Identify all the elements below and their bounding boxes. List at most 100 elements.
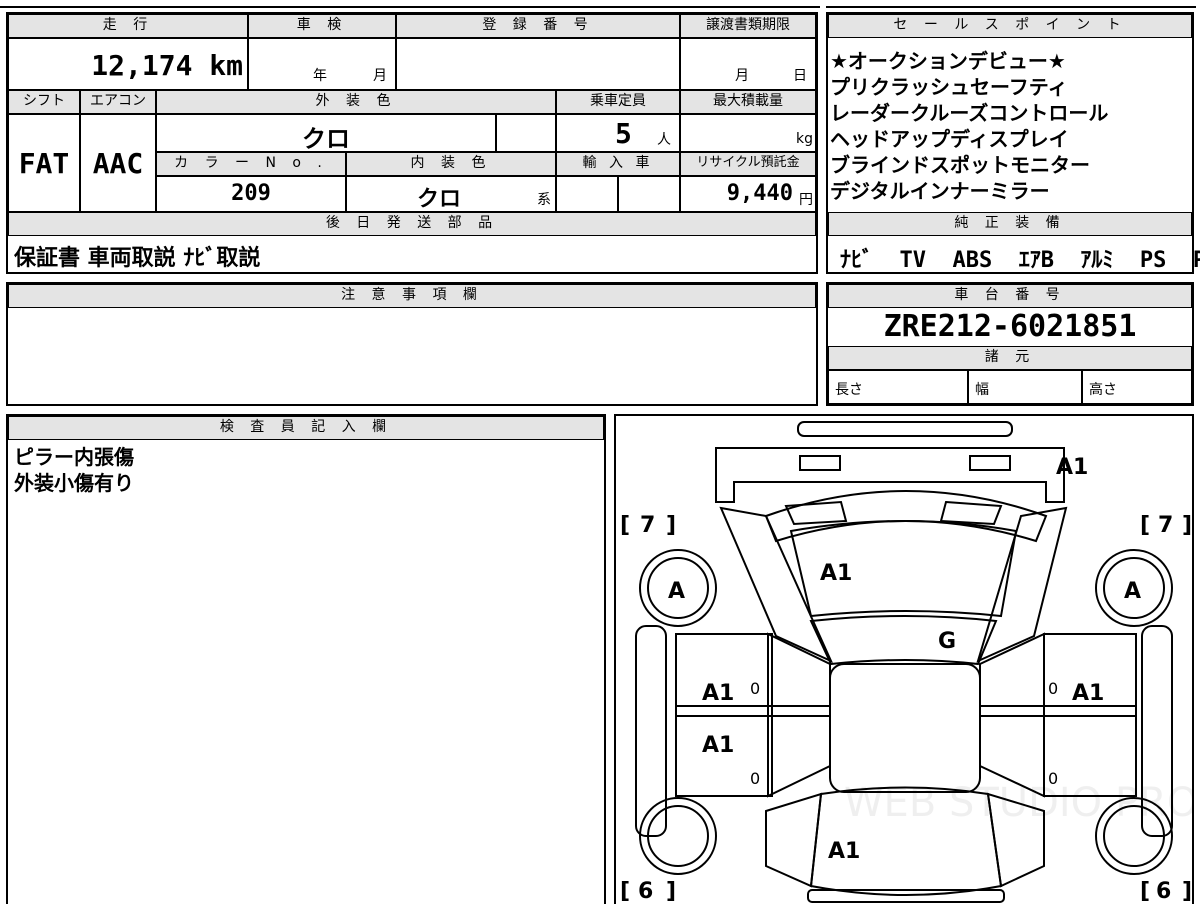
left-front-fender [765, 792, 823, 888]
registration-cell [396, 38, 680, 90]
header-aircon: エアコン [80, 90, 156, 114]
car-diagram-box: A1 A1 G A1 A1 A1 A1 A A [ 7 ] [ 7 ] [ 6 … [614, 414, 1194, 904]
deadline-day-label: 日 [793, 68, 807, 84]
interior-suffix: 系 [537, 192, 551, 208]
mark-tire-front-right: A [1124, 579, 1141, 604]
sales-point-item: ★オークションデビュー★ [830, 49, 1066, 73]
color-no-cell: 209 [156, 176, 346, 212]
bracket-open: [ [1140, 879, 1150, 904]
zero-mark: 0 [750, 769, 760, 788]
import-cell-b [618, 176, 680, 212]
watermark: WEB STUDIO PRO [844, 780, 1192, 826]
interior-color-cell: クロ 系 [346, 176, 556, 212]
rear-light-left [784, 500, 848, 526]
spec-table: 走 行 車 検 登 録 番 号 譲渡書類期限 12,174 km 年 月 月 日… [6, 12, 818, 274]
rear-window-shape [764, 490, 1048, 543]
rear-light-right [939, 500, 1003, 526]
deadline-month-label: 月 [735, 68, 749, 84]
bracket-close: ] [1182, 879, 1192, 904]
interior-color-value: クロ [417, 187, 462, 212]
max-load-cell: kg [680, 114, 816, 152]
header-inspection: 車 検 [248, 14, 396, 38]
header-shift: シフト [8, 90, 80, 114]
exterior-color-cell: クロ [156, 114, 496, 153]
import-cell-a [556, 176, 618, 212]
mark-windshield: G [938, 629, 956, 654]
zero-mark: 0 [750, 679, 760, 698]
header-recycle-fee: リサイクル預託金 [680, 152, 816, 176]
mark-trunk: A1 [828, 839, 860, 864]
tread-bottom-right: 6 [1156, 879, 1171, 904]
header-chassis-no: 車 台 番 号 [828, 284, 1192, 308]
header-later-parts: 後 日 発 送 部 品 [8, 212, 816, 236]
rear-bumper-shape [797, 421, 1013, 437]
header-specs: 諸 元 [828, 346, 1192, 370]
shift-value: FAT [18, 147, 70, 180]
exterior-color-value: クロ [302, 125, 350, 153]
exterior-extra-cell [496, 114, 556, 152]
bracket-open: [ [1140, 513, 1150, 538]
bracket-close: ] [666, 513, 676, 538]
capacity-unit: 人 [657, 132, 671, 148]
spec-width-cell: 幅 [968, 370, 1082, 404]
chassis-no-value: ZRE212-6021851 [883, 309, 1137, 344]
header-inspector-notes: 検 査 員 記 入 欄 [8, 416, 604, 440]
rear-panel-shape [715, 447, 1065, 503]
sales-point-item: ヘッドアップディスプレイ [830, 127, 1069, 151]
mark-hood: A1 [820, 561, 852, 586]
header-mileage: 走 行 [8, 14, 248, 38]
tread-top-right: 7 [1158, 513, 1173, 538]
capacity-value: 5 [615, 117, 632, 150]
header-color-no: カ ラ ー N o . [156, 152, 346, 176]
sales-points-list: ★オークションデビュー★ プリクラッシュセーフティ レーダークルーズコントロール… [830, 48, 1108, 204]
bracket-close: ] [1182, 513, 1192, 538]
shift-cell: FAT [8, 114, 80, 212]
header-genuine-equipment: 純 正 装 備 [828, 212, 1192, 236]
bracket-close: ] [666, 879, 676, 904]
spec-height-cell: 高さ [1082, 370, 1192, 404]
recycle-fee-unit: 円 [799, 192, 813, 208]
sales-point-item: プリクラッシュセーフティ [830, 75, 1068, 99]
windshield-shape [809, 615, 998, 666]
aircon-cell: AAC [80, 114, 156, 212]
deadline-cell: 月 日 [680, 38, 816, 90]
left-rocker-shape [635, 625, 667, 837]
inspector-note: 外装小傷有り [14, 471, 134, 495]
mileage-value: 12,174 km [91, 49, 243, 82]
aircon-value: AAC [92, 147, 144, 180]
max-load-unit: kg [796, 131, 813, 147]
bracket-open: [ [620, 513, 630, 538]
header-registration: 登 録 番 号 [396, 14, 680, 38]
header-interior-color: 内 装 色 [346, 152, 556, 176]
tread-bottom-left: 6 [638, 879, 653, 904]
header-exterior-color: 外 装 色 [156, 90, 556, 114]
spec-width-label: 幅 [975, 382, 989, 398]
mark-rear-left-door: A1 [702, 733, 734, 758]
rear-lamp-right [969, 455, 1011, 471]
chassis-box: 車 台 番 号 ZRE212-6021851 諸 元 長さ 幅 高さ [826, 282, 1194, 406]
inspector-box: 検 査 員 記 入 欄 ピラー内張傷 外装小傷有り [6, 414, 606, 904]
notes-box: 注 意 事 項 欄 [6, 282, 818, 406]
mark-rear: A1 [1056, 455, 1088, 480]
recycle-fee-value: 9,440 [726, 181, 793, 206]
tread-top-left: 7 [640, 513, 655, 538]
spec-length-label: 長さ [835, 382, 863, 398]
roof-shape [829, 663, 981, 793]
zero-mark: 0 [1048, 679, 1058, 698]
rear-lamp-left [799, 455, 841, 471]
mark-front-left-door: A1 [702, 681, 734, 706]
car-diagram: A1 A1 G A1 A1 A1 A1 A A [ 7 ] [ 7 ] [ 6 … [620, 421, 1192, 904]
mileage-cell: 12,174 km [8, 38, 248, 90]
later-parts-value: 保証書 車両取説 ﾅﾋﾞ取説 [14, 246, 261, 271]
mark-tire-front-left: A [668, 579, 685, 604]
inspector-note: ピラー内張傷 [14, 445, 134, 469]
inspection-month-label: 月 [373, 68, 387, 84]
right-rear-quarter [976, 506, 1068, 663]
header-max-load: 最大積載量 [680, 90, 816, 114]
sales-point-item: デジタルインナーミラー [830, 179, 1050, 203]
top-strip-right [826, 0, 1196, 8]
inspector-notes-list: ピラー内張傷 外装小傷有り [14, 444, 134, 496]
color-no-value: 209 [231, 181, 271, 206]
top-strip [0, 0, 820, 8]
inspection-cell: 年 月 [248, 38, 396, 90]
